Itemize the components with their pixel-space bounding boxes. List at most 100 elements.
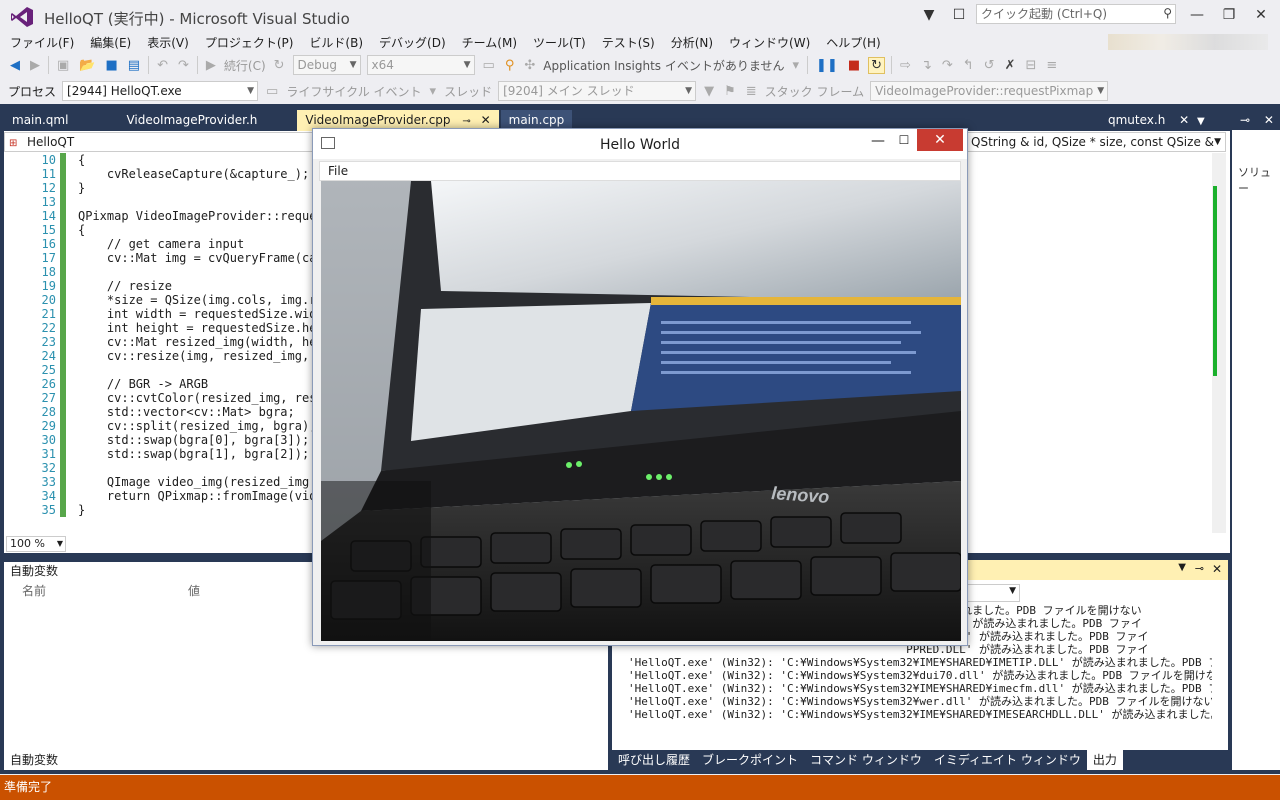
redo-icon[interactable]: ↷ (176, 58, 191, 73)
close-icon[interactable]: ✕ (1264, 113, 1274, 127)
code-text: cv::Mat resized_img(width, he (78, 335, 317, 349)
close-icon[interactable]: ✕ (1212, 562, 1222, 576)
hex-display-icon[interactable]: ✗ (1003, 58, 1018, 73)
menu-view[interactable]: 表示(V) (141, 34, 195, 51)
menu-tools[interactable]: ツール(T) (527, 34, 592, 51)
save-icon[interactable]: ■ (103, 58, 119, 73)
line-number: 33 (41, 475, 56, 489)
open-file-icon[interactable]: 📂 (77, 58, 97, 73)
continue-button[interactable]: 続行(C) (224, 57, 266, 74)
continue-icon[interactable]: ▶ (204, 58, 218, 73)
thread-select[interactable]: [9204] メイン スレッド ▼ (498, 81, 697, 101)
chevron-down-icon[interactable]: ▾ (428, 84, 439, 99)
lifecycle-events-button[interactable]: ライフサイクル イベント (286, 83, 421, 100)
bookmark-icon[interactable]: ⊟ (1023, 58, 1038, 73)
tab-videoimageprovider-h[interactable]: VideoImageProvider.h (118, 110, 265, 131)
menu-debug[interactable]: デバッグ(D) (373, 34, 452, 51)
menu-window[interactable]: ウィンドウ(W) (723, 34, 816, 51)
chevron-down-icon[interactable]: ▼ (1178, 562, 1186, 573)
close-icon[interactable]: ✕ (1179, 113, 1189, 127)
close-button[interactable]: ✕ (1246, 2, 1276, 28)
feedback-icon[interactable]: ☐ (944, 2, 974, 28)
menu-file[interactable]: File (328, 164, 348, 178)
tab-watch1[interactable]: ウォッチ 1 (124, 750, 195, 770)
tab-qmutex-h[interactable]: qmutex.h ✕ ▼ (1108, 110, 1205, 131)
menu-bar: ファイル(F) 編集(E) 表示(V) プロジェクト(P) ビルド(B) デバッ… (0, 32, 1280, 52)
close-button[interactable]: ✕ (917, 129, 963, 151)
comment-icon[interactable]: ≡ (1044, 58, 1059, 73)
chevron-down-icon: ▼ (1009, 586, 1016, 596)
new-item-icon[interactable]: ▣ (55, 58, 71, 73)
pin-icon[interactable]: ⊸ (462, 116, 470, 127)
line-number: 17 (41, 251, 56, 265)
menu-test[interactable]: テスト(S) (596, 34, 661, 51)
flag-icon[interactable]: ⚑ (722, 84, 738, 99)
col-value[interactable]: 値 (188, 582, 200, 599)
menu-project[interactable]: プロジェクト(P) (199, 34, 300, 51)
stop-icon[interactable]: ■ (846, 58, 862, 73)
pause-icon[interactable]: ❚❚ (814, 58, 840, 73)
show-next-statement-icon[interactable]: ⇨ (898, 58, 913, 73)
tab-output[interactable]: 出力 (1086, 750, 1123, 770)
hello-world-title-bar[interactable]: Hello World — ☐ ✕ (313, 129, 967, 159)
change-marker (60, 405, 66, 419)
tab-breakpoints[interactable]: ブレークポイント (696, 750, 804, 770)
menu-analyze[interactable]: 分析(N) (665, 34, 719, 51)
tab-command-window[interactable]: コマンド ウィンドウ (804, 750, 928, 770)
pin-icon[interactable]: ⊸ (1195, 562, 1204, 575)
step-over-icon[interactable]: ↷ (940, 58, 955, 73)
maximize-button[interactable]: ☐ (891, 133, 917, 153)
undo-icon[interactable]: ↶ (155, 58, 170, 73)
configuration-select[interactable]: Debug ▼ (292, 55, 361, 75)
filter-icon[interactable]: ▼ (914, 2, 944, 28)
zoom-select[interactable]: 100 % ▼ (6, 536, 66, 552)
step-out-icon[interactable]: ↰ (961, 58, 976, 73)
insights-icon[interactable]: ✣ (522, 58, 537, 73)
menu-build[interactable]: ビルド(B) (303, 34, 369, 51)
step-into-icon[interactable]: ↴ (919, 58, 934, 73)
output-source-select[interactable]: ▼ (960, 584, 1020, 602)
minimize-button[interactable]: — (865, 133, 891, 153)
pin-icon[interactable]: ⊸ (1240, 113, 1250, 127)
close-icon[interactable]: ✕ (481, 113, 491, 127)
menu-file[interactable]: ファイル(F) (4, 34, 80, 51)
col-name[interactable]: 名前 (8, 582, 188, 599)
platform-select[interactable]: x64 ▼ (366, 55, 475, 75)
tab-immediate-window[interactable]: イミディエイト ウィンドウ (928, 750, 1087, 770)
process-select[interactable]: [2944] HelloQT.exe ▼ (62, 81, 259, 101)
menu-edit[interactable]: 編集(E) (84, 34, 137, 51)
refresh-icon[interactable]: ↻ (272, 58, 287, 73)
forward-icon[interactable]: ▶ (28, 58, 42, 73)
chevron-down-icon[interactable]: ▼ (1197, 116, 1205, 127)
lifecycle-icon[interactable]: ▭ (264, 84, 280, 99)
project-nav-select[interactable]: ⊞ HelloQT (4, 132, 314, 152)
stack-frame-select[interactable]: VideoImageProvider::requestPixmap ▼ (870, 81, 1109, 101)
restart-icon[interactable]: ↻ (868, 56, 886, 74)
tab-locals[interactable]: ローカル (64, 750, 124, 770)
output-line: 'HelloQT.exe' (Win32): 'C:¥Windows¥Syste… (628, 669, 1212, 682)
menu-help[interactable]: ヘルプ(H) (820, 34, 886, 51)
quick-launch-input[interactable]: クイック起動 (Ctrl+Q) ⚲ (976, 4, 1176, 24)
maximize-button[interactable]: ❐ (1214, 2, 1244, 28)
hello-world-window[interactable]: Hello World — ☐ ✕ File lenovo (312, 128, 968, 646)
tab-call-stack[interactable]: 呼び出し履歴 (612, 750, 696, 770)
separator (48, 56, 49, 74)
minimize-button[interactable]: — (1182, 2, 1212, 28)
stack-icon[interactable]: ≣ (744, 84, 759, 99)
app-insights-label[interactable]: Application Insights イベントがありません (543, 57, 784, 74)
attach-icon[interactable]: ▭ (481, 58, 497, 73)
tab-main-qml[interactable]: main.qml (4, 110, 76, 131)
change-marker (60, 279, 66, 293)
save-all-icon[interactable]: ▤ (126, 58, 142, 73)
menu-team[interactable]: チーム(M) (456, 34, 523, 51)
step-back-icon[interactable]: ↺ (982, 58, 997, 73)
find-icon[interactable]: ⚲ (503, 58, 517, 73)
back-icon[interactable]: ◀ (8, 58, 22, 73)
user-account-area[interactable] (1108, 34, 1268, 50)
member-nav-select[interactable]: QString & id, QSize * size, const QSize … (966, 132, 1226, 152)
chevron-down-icon[interactable]: ▾ (791, 58, 802, 73)
line-number: 13 (41, 195, 56, 209)
tab-autos[interactable]: 自動変数 (4, 750, 65, 770)
search-icon: ⚲ (1163, 6, 1172, 20)
filter-icon[interactable]: ▼ (702, 84, 716, 99)
